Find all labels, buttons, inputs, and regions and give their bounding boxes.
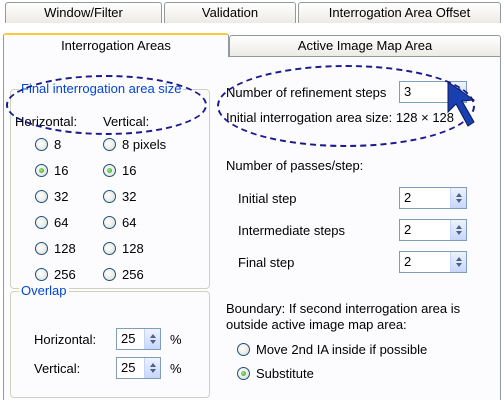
horizontal-size-radio-indicator[interactable] <box>35 164 48 177</box>
initial-step-spinner[interactable]: 2 <box>399 187 467 209</box>
final-step-spin-buttons[interactable] <box>450 252 466 272</box>
spin-up-icon[interactable] <box>455 193 462 197</box>
vertical-size-option-1[interactable]: 16 <box>103 163 136 178</box>
tab-interrogation-areas[interactable]: Interrogation Areas <box>3 33 229 57</box>
overlap-vertical-value[interactable]: 25 <box>117 358 144 378</box>
radio-move-inside[interactable]: Move 2nd IA inside if possible <box>237 342 427 357</box>
final-horizontal-label: Horizontal: <box>15 114 78 129</box>
spin-down-icon[interactable] <box>455 231 462 235</box>
horizontal-size-option-4[interactable]: 128 <box>35 241 76 256</box>
horizontal-size-option-2[interactable]: 32 <box>35 189 68 204</box>
final-size-legend: Final interrogation area size <box>19 81 184 96</box>
overlap-horizontal-unit: % <box>170 332 182 347</box>
spin-up-icon[interactable] <box>149 363 156 367</box>
radio-substitute-indicator[interactable] <box>237 367 250 380</box>
vertical-size-radio-label: 64 <box>122 215 137 230</box>
refinement-steps-label: Number of refinement steps <box>226 85 387 100</box>
vertical-size-option-4[interactable]: 128 <box>103 241 144 256</box>
spin-up-icon[interactable] <box>455 225 462 229</box>
spin-up-icon[interactable] <box>455 257 462 261</box>
horizontal-size-radio-indicator[interactable] <box>35 190 48 203</box>
final-step-spinner[interactable]: 2 <box>399 251 467 273</box>
spin-down-icon[interactable] <box>149 340 156 344</box>
vertical-size-option-2[interactable]: 32 <box>103 189 136 204</box>
final-vertical-label: Vertical: <box>103 114 150 129</box>
overlap-horizontal-spin-buttons[interactable] <box>144 329 160 349</box>
horizontal-size-radio-indicator[interactable] <box>35 242 48 255</box>
tab-interrogation-area-offset[interactable]: Interrogation Area Offset <box>298 2 501 23</box>
vertical-size-radio-indicator[interactable] <box>103 216 116 229</box>
initial-step-value[interactable]: 2 <box>400 188 450 208</box>
initial-step-label: Initial step <box>238 191 297 206</box>
final-step-value[interactable]: 2 <box>400 252 450 272</box>
vertical-size-radio-label: 128 <box>122 241 144 256</box>
vertical-size-option-5[interactable]: 256 <box>103 267 144 282</box>
final-step-label: Final step <box>238 255 295 270</box>
boundary-label-line1: Boundary: If second interrogation area i… <box>226 301 461 316</box>
horizontal-size-radio-label: 256 <box>54 267 76 282</box>
spin-down-icon[interactable] <box>149 369 156 373</box>
horizontal-size-radio-indicator[interactable] <box>35 138 48 151</box>
tab-panel: Final interrogation area size Horizontal… <box>3 56 501 400</box>
intermediate-steps-label: Intermediate steps <box>238 223 345 238</box>
vertical-size-radio-indicator[interactable] <box>103 138 116 151</box>
horizontal-size-option-5[interactable]: 256 <box>35 267 76 282</box>
horizontal-size-radio-label: 128 <box>54 241 76 256</box>
pointer-arrow-icon <box>447 81 476 127</box>
radio-move-inside-indicator[interactable] <box>237 343 250 356</box>
horizontal-size-radio-label: 16 <box>54 163 69 178</box>
vertical-size-radio-label: 32 <box>122 189 137 204</box>
tab-window-filter[interactable]: Window/Filter <box>5 2 162 23</box>
vertical-size-radio-label: 16 <box>122 163 137 178</box>
horizontal-size-radio-indicator[interactable] <box>35 216 48 229</box>
radio-move-inside-label: Move 2nd IA inside if possible <box>256 342 428 357</box>
horizontal-size-radio-label: 8 <box>54 137 62 152</box>
vertical-size-radio-indicator[interactable] <box>103 190 116 203</box>
overlap-vertical-spin-buttons[interactable] <box>144 358 160 378</box>
initial-area-size-label: Initial interrogation area size: 128 × 1… <box>226 110 455 125</box>
horizontal-size-radio-label: 64 <box>54 215 69 230</box>
horizontal-size-radio-indicator[interactable] <box>35 268 48 281</box>
overlap-vertical-unit: % <box>170 361 182 376</box>
tab-validation[interactable]: Validation <box>164 2 296 23</box>
vertical-size-option-3[interactable]: 64 <box>103 215 136 230</box>
horizontal-size-option-0[interactable]: 8 <box>35 137 61 152</box>
overlap-vertical-label: Vertical: <box>34 361 81 376</box>
initial-step-spin-buttons[interactable] <box>450 188 466 208</box>
boundary-label-line2: outside active image map area: <box>226 317 407 332</box>
refinement-steps-value[interactable]: 3 <box>400 82 450 102</box>
intermediate-steps-value[interactable]: 2 <box>400 220 450 240</box>
vertical-size-radio-indicator[interactable] <box>103 268 116 281</box>
spin-down-icon[interactable] <box>455 263 462 267</box>
vertical-size-option-0[interactable]: 8 pixels <box>103 137 166 152</box>
spin-up-icon[interactable] <box>149 334 156 338</box>
overlap-legend: Overlap <box>19 283 69 298</box>
spin-down-icon[interactable] <box>455 199 462 203</box>
vertical-size-radio-label: 256 <box>122 267 144 282</box>
radio-substitute[interactable]: Substitute <box>237 366 314 381</box>
overlap-vertical-spinner[interactable]: 25 <box>116 357 161 379</box>
radio-substitute-label: Substitute <box>256 366 314 381</box>
overlap-horizontal-label: Horizontal: <box>34 332 97 347</box>
passes-title: Number of passes/step: <box>226 158 364 173</box>
vertical-size-radio-label: 8 pixels <box>122 137 167 152</box>
vertical-size-radio-indicator[interactable] <box>103 242 116 255</box>
horizontal-size-radio-label: 32 <box>54 189 69 204</box>
overlap-horizontal-spinner[interactable]: 25 <box>116 328 161 350</box>
vertical-size-radio-indicator[interactable] <box>103 164 116 177</box>
intermediate-steps-spinner[interactable]: 2 <box>399 219 467 241</box>
intermediate-spin-buttons[interactable] <box>450 220 466 240</box>
tab-active-image-map-area[interactable]: Active Image Map Area <box>229 35 501 56</box>
horizontal-size-option-1[interactable]: 16 <box>35 163 68 178</box>
horizontal-size-option-3[interactable]: 64 <box>35 215 68 230</box>
overlap-horizontal-value[interactable]: 25 <box>117 329 144 349</box>
